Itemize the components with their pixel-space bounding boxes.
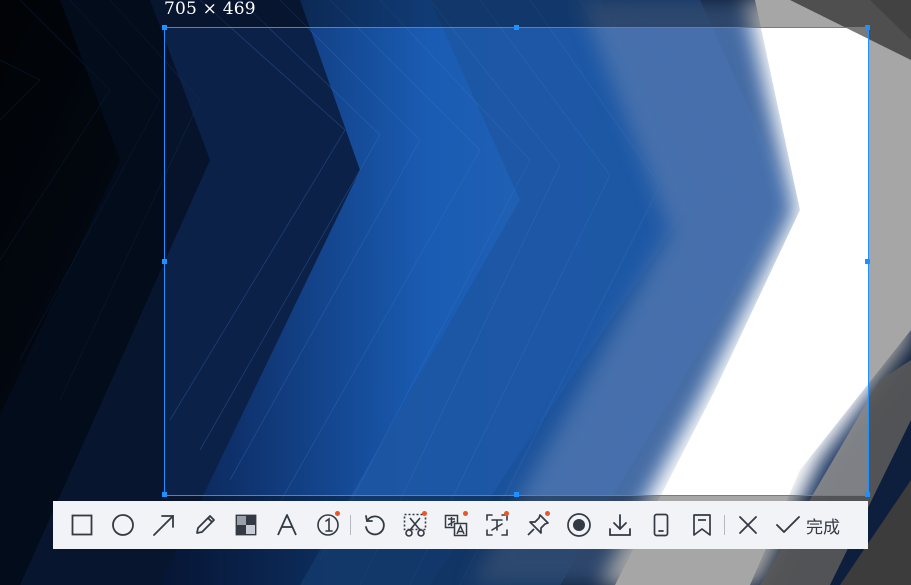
undo-icon — [364, 515, 385, 536]
save-download-button[interactable] — [599, 501, 640, 549]
arrow-icon — [152, 515, 174, 536]
new-feature-dot — [335, 511, 340, 516]
translate-tool-button[interactable] — [435, 501, 476, 549]
rectangle-icon — [71, 514, 92, 536]
long-screenshot-icon — [653, 513, 668, 537]
ocr-text-tool-button[interactable] — [476, 501, 517, 549]
record-icon — [566, 513, 591, 537]
toolbar-divider — [724, 515, 725, 535]
pencil-icon — [195, 515, 215, 534]
mosaic-icon — [235, 514, 256, 536]
selection-size-label: 705 × 469 — [164, 0, 256, 19]
number-marker-tool-button[interactable] — [307, 501, 348, 549]
pencil-tool-button[interactable] — [184, 501, 225, 549]
resize-handle-left[interactable] — [162, 258, 167, 264]
resize-handle-top[interactable] — [513, 25, 519, 30]
new-feature-dot — [545, 511, 550, 516]
new-feature-dot — [422, 511, 427, 516]
done-button[interactable]: 完成 — [768, 501, 840, 549]
cut-tool-button[interactable] — [394, 501, 435, 549]
done-label: 完成 — [806, 517, 840, 538]
pin-tool-button[interactable] — [517, 501, 558, 549]
capture-toolbar: 完成 — [53, 501, 868, 549]
ellipse-tool-button[interactable] — [102, 501, 143, 549]
cancel-button[interactable] — [727, 501, 768, 549]
record-button[interactable] — [558, 501, 599, 549]
bookmark-icon — [692, 514, 711, 536]
resize-handle-top-right[interactable] — [865, 25, 870, 30]
capture-selection-area[interactable] — [162, 25, 870, 497]
text-tool-button[interactable] — [266, 501, 307, 549]
download-icon — [608, 514, 631, 536]
resize-handle-right[interactable] — [865, 258, 870, 264]
bookmark-button[interactable] — [681, 501, 722, 549]
undo-button[interactable] — [353, 501, 394, 549]
toolbar-divider — [350, 515, 351, 535]
arrow-tool-button[interactable] — [143, 501, 184, 549]
new-feature-dot — [463, 511, 468, 516]
ellipse-icon — [111, 514, 134, 536]
mosaic-tool-button[interactable] — [225, 501, 266, 549]
resize-handle-bottom-right[interactable] — [865, 492, 870, 497]
screenshot-capture-screen: 705 × 469 完成 — [0, 0, 911, 585]
checkmark-icon — [776, 516, 800, 533]
resize-handle-bottom[interactable] — [513, 492, 519, 497]
resize-handle-top-left[interactable] — [162, 25, 167, 30]
rectangle-tool-button[interactable] — [61, 501, 102, 549]
text-icon — [276, 514, 297, 536]
long-screenshot-button[interactable] — [640, 501, 681, 549]
new-feature-dot — [504, 511, 509, 516]
resize-handle-bottom-left[interactable] — [162, 492, 167, 497]
close-icon — [738, 516, 757, 534]
